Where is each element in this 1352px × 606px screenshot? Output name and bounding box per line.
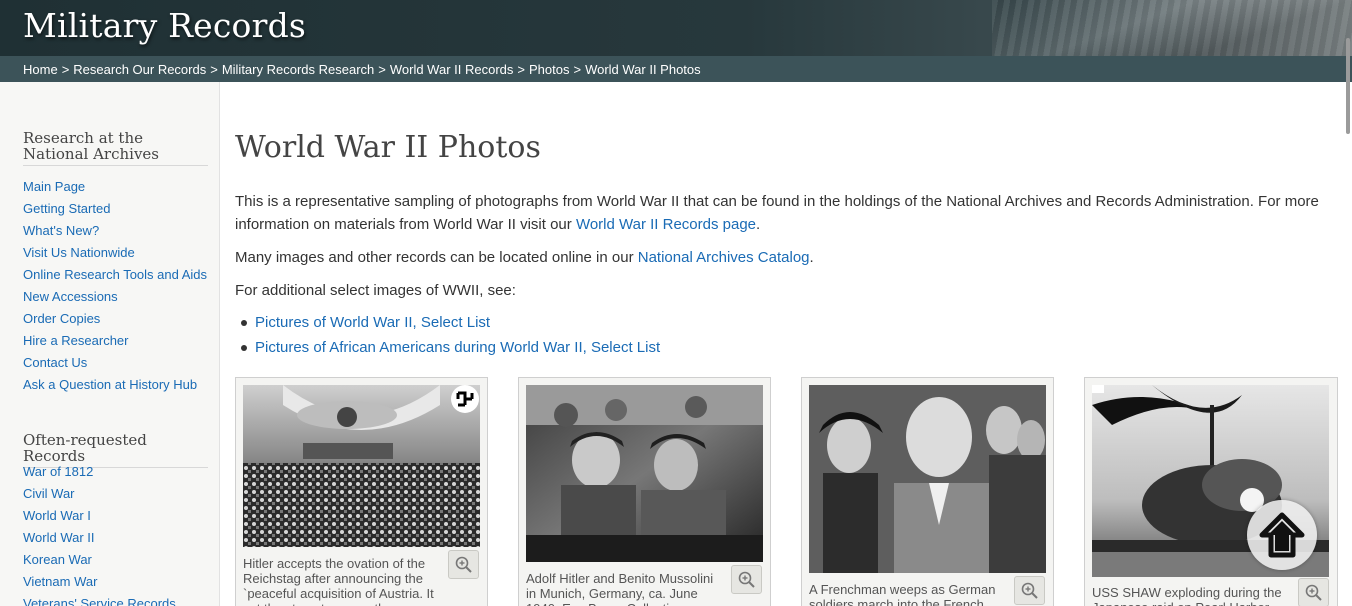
photo-caption: USS SHAW exploding during the Japanese r…: [1092, 585, 1282, 606]
site-title[interactable]: Military Records: [23, 6, 306, 45]
magnifier-plus-icon: [455, 556, 472, 573]
breadcrumb-ww2-records[interactable]: World War II Records: [390, 62, 514, 77]
sidebar-link-whats-new[interactable]: What's New?: [23, 223, 99, 238]
magnifier-plus-icon: [1021, 582, 1038, 599]
catalog-end: .: [809, 249, 814, 266]
sidebar-link-main-page[interactable]: Main Page: [23, 179, 85, 194]
list-item: Pictures of World War II, Select List: [235, 310, 660, 335]
photo-card: USS SHAW exploding during the Japanese r…: [1084, 377, 1338, 606]
zoom-button[interactable]: [448, 550, 479, 579]
catalog-text: Many images and other records can be loc…: [235, 249, 638, 266]
breadcrumb-separator: >: [573, 62, 582, 77]
sidebar-link-visit-us[interactable]: Visit Us Nationwide: [23, 245, 135, 260]
breadcrumb-separator: >: [210, 62, 218, 77]
sidebar-link-getting-started[interactable]: Getting Started: [23, 201, 110, 216]
sidebar-item: Online Research Tools and Aids: [23, 267, 208, 283]
sidebar-link-online-tools[interactable]: Online Research Tools and Aids: [23, 267, 207, 282]
intro-paragraph: This is a representative sampling of pho…: [235, 190, 1325, 236]
breadcrumb-separator: >: [378, 62, 386, 77]
zoom-button[interactable]: [731, 565, 762, 594]
breadcrumb-separator: >: [61, 62, 70, 77]
sidebar-item: What's New?: [23, 223, 208, 239]
photo-frenchman-weeps[interactable]: [809, 385, 1046, 573]
back-to-top-button[interactable]: [1247, 500, 1317, 570]
breadcrumb-bar: Home > Research Our Records > Military Recor…: [0, 56, 1352, 82]
page-title: World War II Photos: [235, 130, 541, 165]
breadcrumb-home[interactable]: Home: [23, 62, 58, 77]
breadcrumb-research-our-records[interactable]: Research Our Records: [73, 62, 206, 77]
catalog-paragraph: Many images and other records can be loc…: [235, 246, 1325, 269]
sidebar-item: War of 1812: [23, 464, 208, 480]
sidebar-link-korean-war[interactable]: Korean War: [23, 552, 92, 567]
sidebar-item: Getting Started: [23, 201, 208, 217]
photo-card: Adolf Hitler and Benito Mussolini in Mun…: [518, 377, 771, 606]
photo-caption: A Frenchman weeps as German soldiers mar…: [809, 582, 996, 606]
national-archives-catalog-link[interactable]: National Archives Catalog: [638, 249, 810, 266]
breadcrumb-separator: >: [517, 62, 525, 77]
intro-end: .: [756, 216, 761, 233]
ww2-records-page-link[interactable]: World War II Records page: [576, 216, 756, 233]
sidebar-item: Visit Us Nationwide: [23, 245, 208, 261]
additional-images-text: For additional select images of WWII, se…: [235, 282, 516, 299]
breadcrumb: Home > Research Our Records > Military Recor…: [23, 62, 701, 77]
pictures-african-americans-ww2-link[interactable]: Pictures of African Americans during Wor…: [255, 339, 660, 356]
sidebar-link-vietnam-war[interactable]: Vietnam War: [23, 574, 97, 589]
photo-hitler-mussolini[interactable]: [526, 385, 763, 562]
photo-caption: Hitler accepts the ovation of the Reichs…: [243, 556, 434, 606]
sidebar-item: Ask a Question at History Hub: [23, 377, 208, 393]
sidebar-item: World War II: [23, 530, 208, 546]
sidebar-heading-often-requested: Often-requested Records: [23, 432, 208, 468]
sidebar: Research at the National Archives Main P…: [0, 82, 220, 606]
sidebar-link-civil-war[interactable]: Civil War: [23, 486, 75, 501]
sidebar-link-veterans-records[interactable]: Veterans' Service Records: [23, 596, 176, 606]
sidebar-link-hire-researcher[interactable]: Hire a Researcher: [23, 333, 129, 348]
zoom-button[interactable]: [1298, 578, 1329, 606]
sidebar-item: Veterans' Service Records: [23, 596, 208, 606]
sidebar-item: Order Copies: [23, 311, 208, 327]
photo-caption: Adolf Hitler and Benito Mussolini in Mun…: [526, 571, 714, 606]
list-item: Pictures of African Americans during Wor…: [235, 335, 660, 360]
sidebar-link-history-hub[interactable]: Ask a Question at History Hub: [23, 377, 197, 392]
breadcrumb-military-records-research[interactable]: Military Records Research: [222, 62, 374, 77]
header-banner-image: [992, 0, 1352, 56]
sidebar-item: Vietnam War: [23, 574, 208, 590]
breadcrumb-photos[interactable]: Photos: [529, 62, 569, 77]
sidebar-item: Contact Us: [23, 355, 208, 371]
sidebar-link-ww2[interactable]: World War II: [23, 530, 95, 545]
magnifier-plus-icon: [1305, 584, 1322, 601]
zoom-button[interactable]: [1014, 576, 1045, 605]
sidebar-list-research: Main Page Getting Started What's New? Vi…: [23, 179, 208, 399]
photo-card: Hitler accepts the ovation of the Reichs…: [235, 377, 488, 606]
site-header: Military Records: [0, 0, 1352, 56]
sidebar-item: World War I: [23, 508, 208, 524]
sidebar-link-contact-us[interactable]: Contact Us: [23, 355, 87, 370]
sidebar-item: Korean War: [23, 552, 208, 568]
photo-card: A Frenchman weeps as German soldiers mar…: [801, 377, 1054, 606]
sidebar-heading-research: Research at the National Archives: [23, 130, 208, 166]
select-lists: Pictures of World War II, Select List Pi…: [235, 310, 660, 360]
sidebar-item: New Accessions: [23, 289, 208, 305]
pictures-ww2-select-list-link[interactable]: Pictures of World War II, Select List: [255, 314, 490, 331]
page-scrollbar[interactable]: [1346, 38, 1350, 134]
sidebar-link-order-copies[interactable]: Order Copies: [23, 311, 100, 326]
sidebar-item: Civil War: [23, 486, 208, 502]
sidebar-link-ww1[interactable]: World War I: [23, 508, 91, 523]
arrow-up-icon: [1259, 512, 1305, 558]
sidebar-link-new-accessions[interactable]: New Accessions: [23, 289, 118, 304]
breadcrumb-current[interactable]: World War II Photos: [585, 62, 701, 77]
sidebar-item: Main Page: [23, 179, 208, 195]
intro-text: This is a representative sampling of pho…: [235, 193, 1319, 233]
sidebar-link-war-1812[interactable]: War of 1812: [23, 464, 93, 479]
magnifier-plus-icon: [738, 571, 755, 588]
photo-reichstag[interactable]: [243, 385, 480, 547]
sidebar-item: Hire a Researcher: [23, 333, 208, 349]
sidebar-list-often-requested: War of 1812 Civil War World War I World …: [23, 464, 208, 606]
main-content: World War II Photos This is a representa…: [235, 82, 1338, 606]
